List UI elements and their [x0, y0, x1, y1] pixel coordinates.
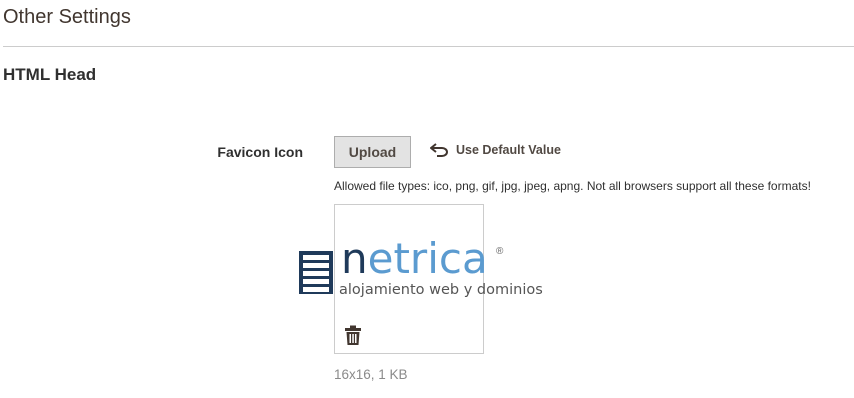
logo-text-light: etrica — [367, 234, 488, 283]
section-title: Other Settings — [3, 6, 131, 28]
server-stack-icon — [299, 251, 333, 294]
delete-image-button[interactable] — [344, 325, 362, 345]
section-divider — [3, 46, 854, 47]
upload-button[interactable]: Upload — [334, 136, 411, 168]
trash-icon — [345, 325, 361, 345]
use-default-value-label: Use Default Value — [456, 143, 561, 157]
favicon-preview-image: netrica ® alojamiento web y dominios — [299, 238, 543, 300]
undo-arrow-icon — [430, 143, 448, 157]
favicon-field-label: Favicon Icon — [217, 144, 303, 160]
subsection-title: HTML Head — [3, 65, 97, 84]
logo-wordmark: netrica — [341, 238, 488, 280]
file-types-note: Allowed file types: ico, png, gif, jpg, … — [334, 179, 811, 193]
settings-page: Other Settings HTML Head Favicon Icon Up… — [0, 0, 854, 398]
logo-tagline: alojamiento web y dominios — [339, 282, 543, 298]
logo-text-dark: n — [341, 234, 368, 283]
use-default-value-link[interactable]: Use Default Value — [430, 143, 561, 157]
registered-mark: ® — [496, 246, 504, 257]
file-info: 16x16, 1 KB — [334, 367, 408, 382]
